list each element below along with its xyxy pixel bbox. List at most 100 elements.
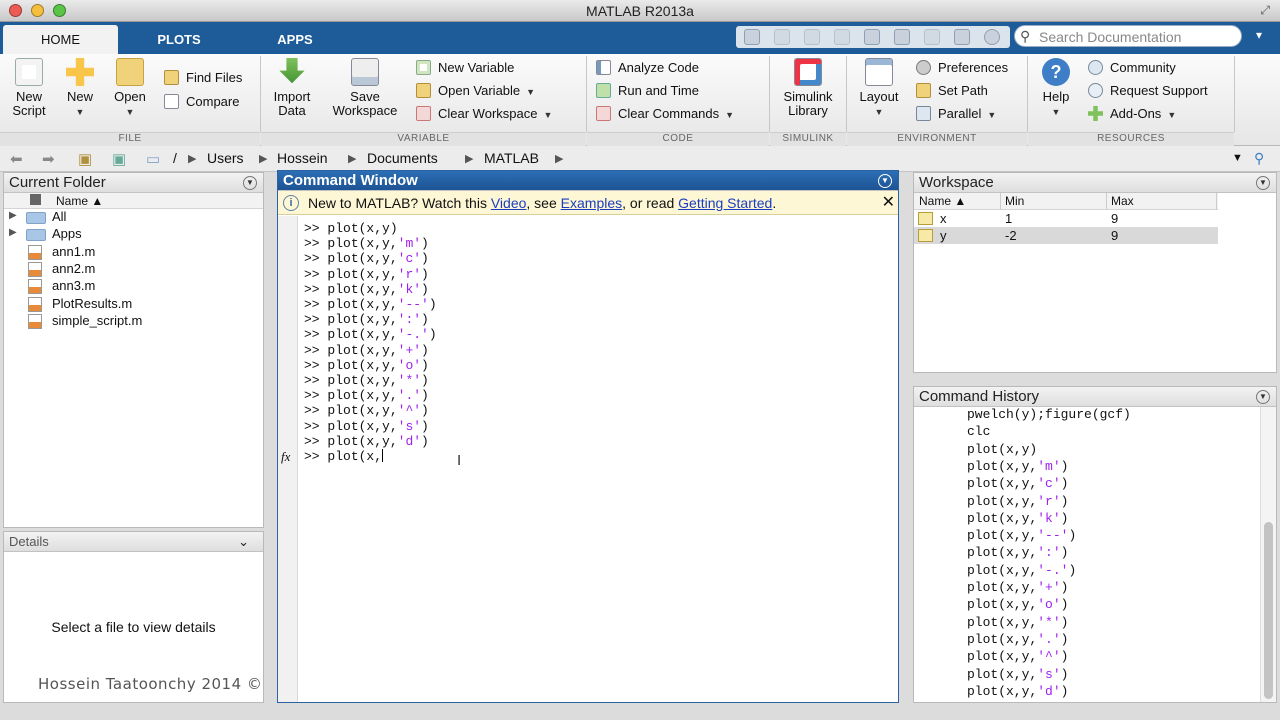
forward-arrow-icon[interactable]: ➡ bbox=[42, 150, 55, 168]
history-item[interactable]: plot(x,y,'*') bbox=[967, 615, 1068, 630]
search-documentation[interactable]: ⚲ Search Documentation bbox=[1014, 25, 1242, 47]
list-item[interactable]: ann3.m bbox=[4, 278, 263, 295]
command-output[interactable]: >> plot(x,y) >> plot(x,y,'m') >> plot(x,y,… bbox=[304, 221, 898, 702]
panel-actions-icon[interactable]: ▼ bbox=[1256, 390, 1270, 404]
path-segment[interactable]: Hossein bbox=[277, 150, 328, 166]
import-data-button[interactable]: Import Data bbox=[266, 58, 318, 118]
history-scrollbar[interactable] bbox=[1260, 407, 1276, 702]
close-icon[interactable]: ✕ bbox=[882, 191, 895, 215]
panel-actions-icon[interactable]: ▼ bbox=[243, 176, 257, 190]
up-folder-icon[interactable]: ▣ bbox=[78, 150, 92, 168]
clear-workspace-dropdown-icon[interactable]: ▼ bbox=[543, 110, 552, 120]
history-list[interactable]: pwelch(y);figure(gcf) clc plot(x,y) plot(x,… bbox=[914, 407, 1260, 702]
save-icon[interactable] bbox=[774, 29, 790, 45]
history-item[interactable]: plot(x,y,'s') bbox=[967, 667, 1068, 682]
panel-actions-icon[interactable]: ▼ bbox=[1256, 176, 1270, 190]
back-arrow-icon[interactable]: ⬅ bbox=[10, 150, 23, 168]
table-row[interactable]: y -2 9 bbox=[914, 227, 1218, 245]
add-ons-dropdown-icon[interactable]: ▼ bbox=[1167, 110, 1176, 120]
copy-icon[interactable] bbox=[834, 29, 850, 45]
command-input[interactable]: plot(x, bbox=[327, 449, 382, 464]
function-browser-icon[interactable]: fx bbox=[281, 449, 290, 465]
path-segment[interactable]: MATLAB bbox=[484, 150, 539, 166]
help-dropdown-icon[interactable]: ▼ bbox=[1036, 105, 1076, 119]
run-and-time-button[interactable]: Run and Time bbox=[596, 81, 699, 101]
cut-icon[interactable] bbox=[804, 29, 820, 45]
add-ons-button[interactable]: Add-Ons ▼ bbox=[1088, 104, 1176, 124]
open-variable-button[interactable]: Open Variable ▼ bbox=[416, 81, 535, 101]
column-min[interactable]: Min bbox=[1005, 194, 1024, 208]
command-input-line[interactable]: >> plot(x, bbox=[304, 449, 384, 464]
examples-link[interactable]: Examples bbox=[561, 195, 622, 211]
undo-icon[interactable] bbox=[894, 29, 910, 45]
expand-arrow-icon[interactable]: ▶ bbox=[9, 210, 17, 221]
paste-icon[interactable] bbox=[864, 29, 880, 45]
open-variable-dropdown-icon[interactable]: ▼ bbox=[526, 87, 535, 97]
panel-actions-icon[interactable]: ▼ bbox=[878, 174, 892, 188]
history-item[interactable]: plot(x,y,'o') bbox=[967, 597, 1068, 612]
request-support-button[interactable]: Request Support bbox=[1088, 81, 1208, 101]
history-item[interactable]: plot(x,y,'^') bbox=[967, 649, 1068, 664]
search-folder-icon[interactable]: ⚲ bbox=[1254, 150, 1264, 167]
column-name[interactable]: Name ▲ bbox=[56, 194, 103, 208]
community-button[interactable]: Community bbox=[1088, 58, 1176, 78]
tab-home[interactable]: HOME bbox=[3, 25, 118, 54]
list-item[interactable]: ▶ Apps bbox=[4, 226, 263, 243]
details-header[interactable]: Details ⌄ bbox=[4, 532, 263, 552]
clear-commands-button[interactable]: Clear Commands ▼ bbox=[596, 104, 734, 124]
preferences-button[interactable]: Preferences bbox=[916, 58, 1008, 78]
history-item[interactable]: pwelch(y);figure(gcf) bbox=[967, 407, 1131, 422]
search-input[interactable]: Search Documentation bbox=[1039, 29, 1181, 45]
expand-toolstrip-icon[interactable]: ▾ bbox=[1256, 28, 1262, 42]
column-name[interactable]: Name ▲ bbox=[919, 194, 966, 208]
new-script-button[interactable]: New Script bbox=[4, 58, 54, 118]
open-button[interactable]: Open ▼ bbox=[106, 58, 154, 119]
path-root[interactable]: / bbox=[173, 150, 177, 166]
layout-dropdown-icon[interactable]: ▼ bbox=[854, 105, 904, 119]
redo-icon[interactable] bbox=[924, 29, 940, 45]
clear-workspace-button[interactable]: Clear Workspace ▼ bbox=[416, 104, 552, 124]
browse-folder-icon[interactable]: ▣ bbox=[112, 150, 126, 168]
column-max[interactable]: Max bbox=[1111, 194, 1134, 208]
tab-plots[interactable]: PLOTS bbox=[122, 25, 236, 54]
simulink-library-button[interactable]: Simulink Library bbox=[776, 58, 840, 118]
analyze-code-button[interactable]: Analyze Code bbox=[596, 58, 699, 78]
path-segment[interactable]: Documents bbox=[367, 150, 438, 166]
history-item[interactable]: plot(x,y,'-.') bbox=[967, 563, 1076, 578]
parallel-button[interactable]: Parallel ▼ bbox=[916, 104, 996, 124]
table-row[interactable]: x 1 9 bbox=[914, 210, 1218, 227]
scrollbar-thumb[interactable] bbox=[1264, 522, 1273, 699]
find-folder-icon[interactable] bbox=[744, 29, 760, 45]
parallel-dropdown-icon[interactable]: ▼ bbox=[987, 110, 996, 120]
find-files-button[interactable]: Find Files bbox=[164, 68, 242, 88]
history-item[interactable]: plot(x,y,'c') bbox=[967, 476, 1068, 491]
compare-button[interactable]: Compare bbox=[164, 92, 239, 112]
layout-button[interactable]: Layout ▼ bbox=[854, 58, 904, 119]
fullscreen-icon[interactable]: ⤢ bbox=[1260, 3, 1270, 18]
list-item[interactable]: ann1.m bbox=[4, 244, 263, 261]
expand-arrow-icon[interactable]: ▶ bbox=[9, 227, 17, 238]
list-item[interactable]: ▶ All bbox=[4, 209, 263, 226]
list-item[interactable]: simple_script.m bbox=[4, 313, 263, 330]
history-item[interactable]: plot(x,y,'r') bbox=[967, 494, 1068, 509]
tab-apps[interactable]: APPS bbox=[240, 25, 350, 54]
history-item[interactable]: plot(x,y,'--') bbox=[967, 528, 1076, 543]
new-button[interactable]: New ▼ bbox=[58, 58, 102, 119]
history-item[interactable]: plot(x,y,'d') bbox=[967, 684, 1068, 699]
history-item[interactable]: plot(x,y,'.') bbox=[967, 632, 1068, 647]
history-item[interactable]: plot(x,y,':') bbox=[967, 545, 1068, 560]
path-segment[interactable]: Users bbox=[207, 150, 244, 166]
path-history-dropdown-icon[interactable]: ▼ bbox=[1232, 152, 1243, 164]
help-icon[interactable] bbox=[984, 29, 1000, 45]
history-item[interactable]: clc bbox=[967, 424, 990, 439]
folder-column-header[interactable]: Name ▲ bbox=[4, 193, 263, 209]
getting-started-link[interactable]: Getting Started bbox=[678, 195, 772, 211]
new-dropdown-icon[interactable]: ▼ bbox=[58, 105, 102, 119]
chevron-down-icon[interactable]: ⌄ bbox=[238, 532, 249, 552]
new-variable-button[interactable]: New Variable bbox=[416, 58, 514, 78]
set-path-button[interactable]: Set Path bbox=[916, 81, 988, 101]
list-item[interactable]: PlotResults.m bbox=[4, 296, 263, 313]
help-button[interactable]: ? Help ▼ bbox=[1036, 58, 1076, 119]
history-item[interactable]: plot(x,y,'k') bbox=[967, 511, 1068, 526]
history-item[interactable]: plot(x,y) bbox=[967, 442, 1037, 457]
